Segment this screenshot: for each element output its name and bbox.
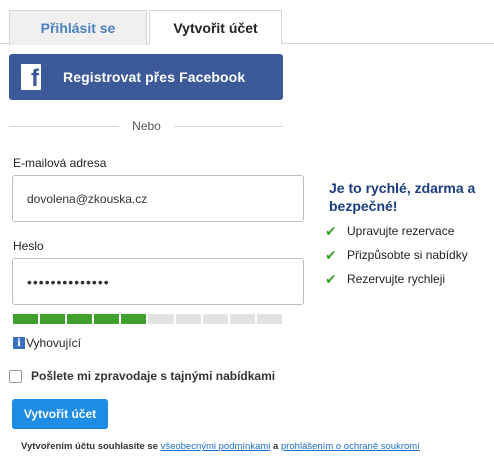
strength-segment [148,314,174,324]
terms-text: Vytvořením účtu souhlasíte se všeobecným… [21,441,420,452]
strength-segment [256,314,282,324]
checkmark-icon: ✔ [325,223,337,239]
info-icon: i [13,337,25,349]
terms-link[interactable]: všeobecnými podmínkami [161,441,271,452]
strength-segment [202,314,228,324]
newsletter-option[interactable]: Pošlete mi zpravodaje s tajnými nabídkam… [9,369,275,383]
newsletter-checkbox[interactable] [9,369,22,383]
terms-prefix: Vytvořením účtu souhlasíte se [21,441,161,452]
promo-title: Je to rychlé, zdarma a bezpečné! [329,180,476,214]
facebook-register-button[interactable]: f Registrovat přes Facebook [9,54,283,100]
divider-text: Nebo [132,119,161,133]
password-strength-info: i Vyhovující [13,336,81,350]
terms-middle: a [270,441,281,452]
strength-segment [94,314,120,324]
privacy-link[interactable]: prohlášením o ochraně soukromí [281,441,420,452]
benefit-label: Rezervujte rychleji [347,272,446,286]
facebook-register-label: Registrovat přes Facebook [63,69,246,85]
email-label: E-mailová adresa [13,156,107,170]
create-account-button[interactable]: Vytvořit účet [12,399,108,429]
checkmark-icon: ✔ [325,247,337,263]
divider-right [174,126,283,127]
benefit-item: ✔ Upravujte rezervace [325,224,454,238]
strength-segment [175,314,201,324]
strength-segment [13,314,39,324]
strength-segment [67,314,93,324]
password-label: Heslo [13,239,44,253]
benefit-label: Upravujte rezervace [347,224,455,238]
strength-segment [229,314,255,324]
benefit-label: Přizpůsobte si nabídky [347,248,468,262]
strength-segment [40,314,66,324]
benefit-item: ✔ Přizpůsobte si nabídky [325,248,468,262]
strength-segment [121,314,147,324]
tab-create-account[interactable]: Vytvořit účet [149,10,282,45]
checkmark-icon: ✔ [325,271,337,287]
tab-login[interactable]: Přihlásit se [9,10,147,45]
facebook-icon: f [21,64,41,91]
password-strength-meter [13,314,282,324]
divider-left [9,126,119,127]
password-field[interactable] [12,258,304,305]
benefit-item: ✔ Rezervujte rychleji [325,272,445,286]
tab-bar: Přihlásit se Vytvořit účet [0,0,494,45]
password-strength-label: Vyhovující [26,336,81,350]
email-field[interactable] [12,175,304,222]
newsletter-label: Pošlete mi zpravodaje s tajnými nabídkam… [31,369,276,383]
